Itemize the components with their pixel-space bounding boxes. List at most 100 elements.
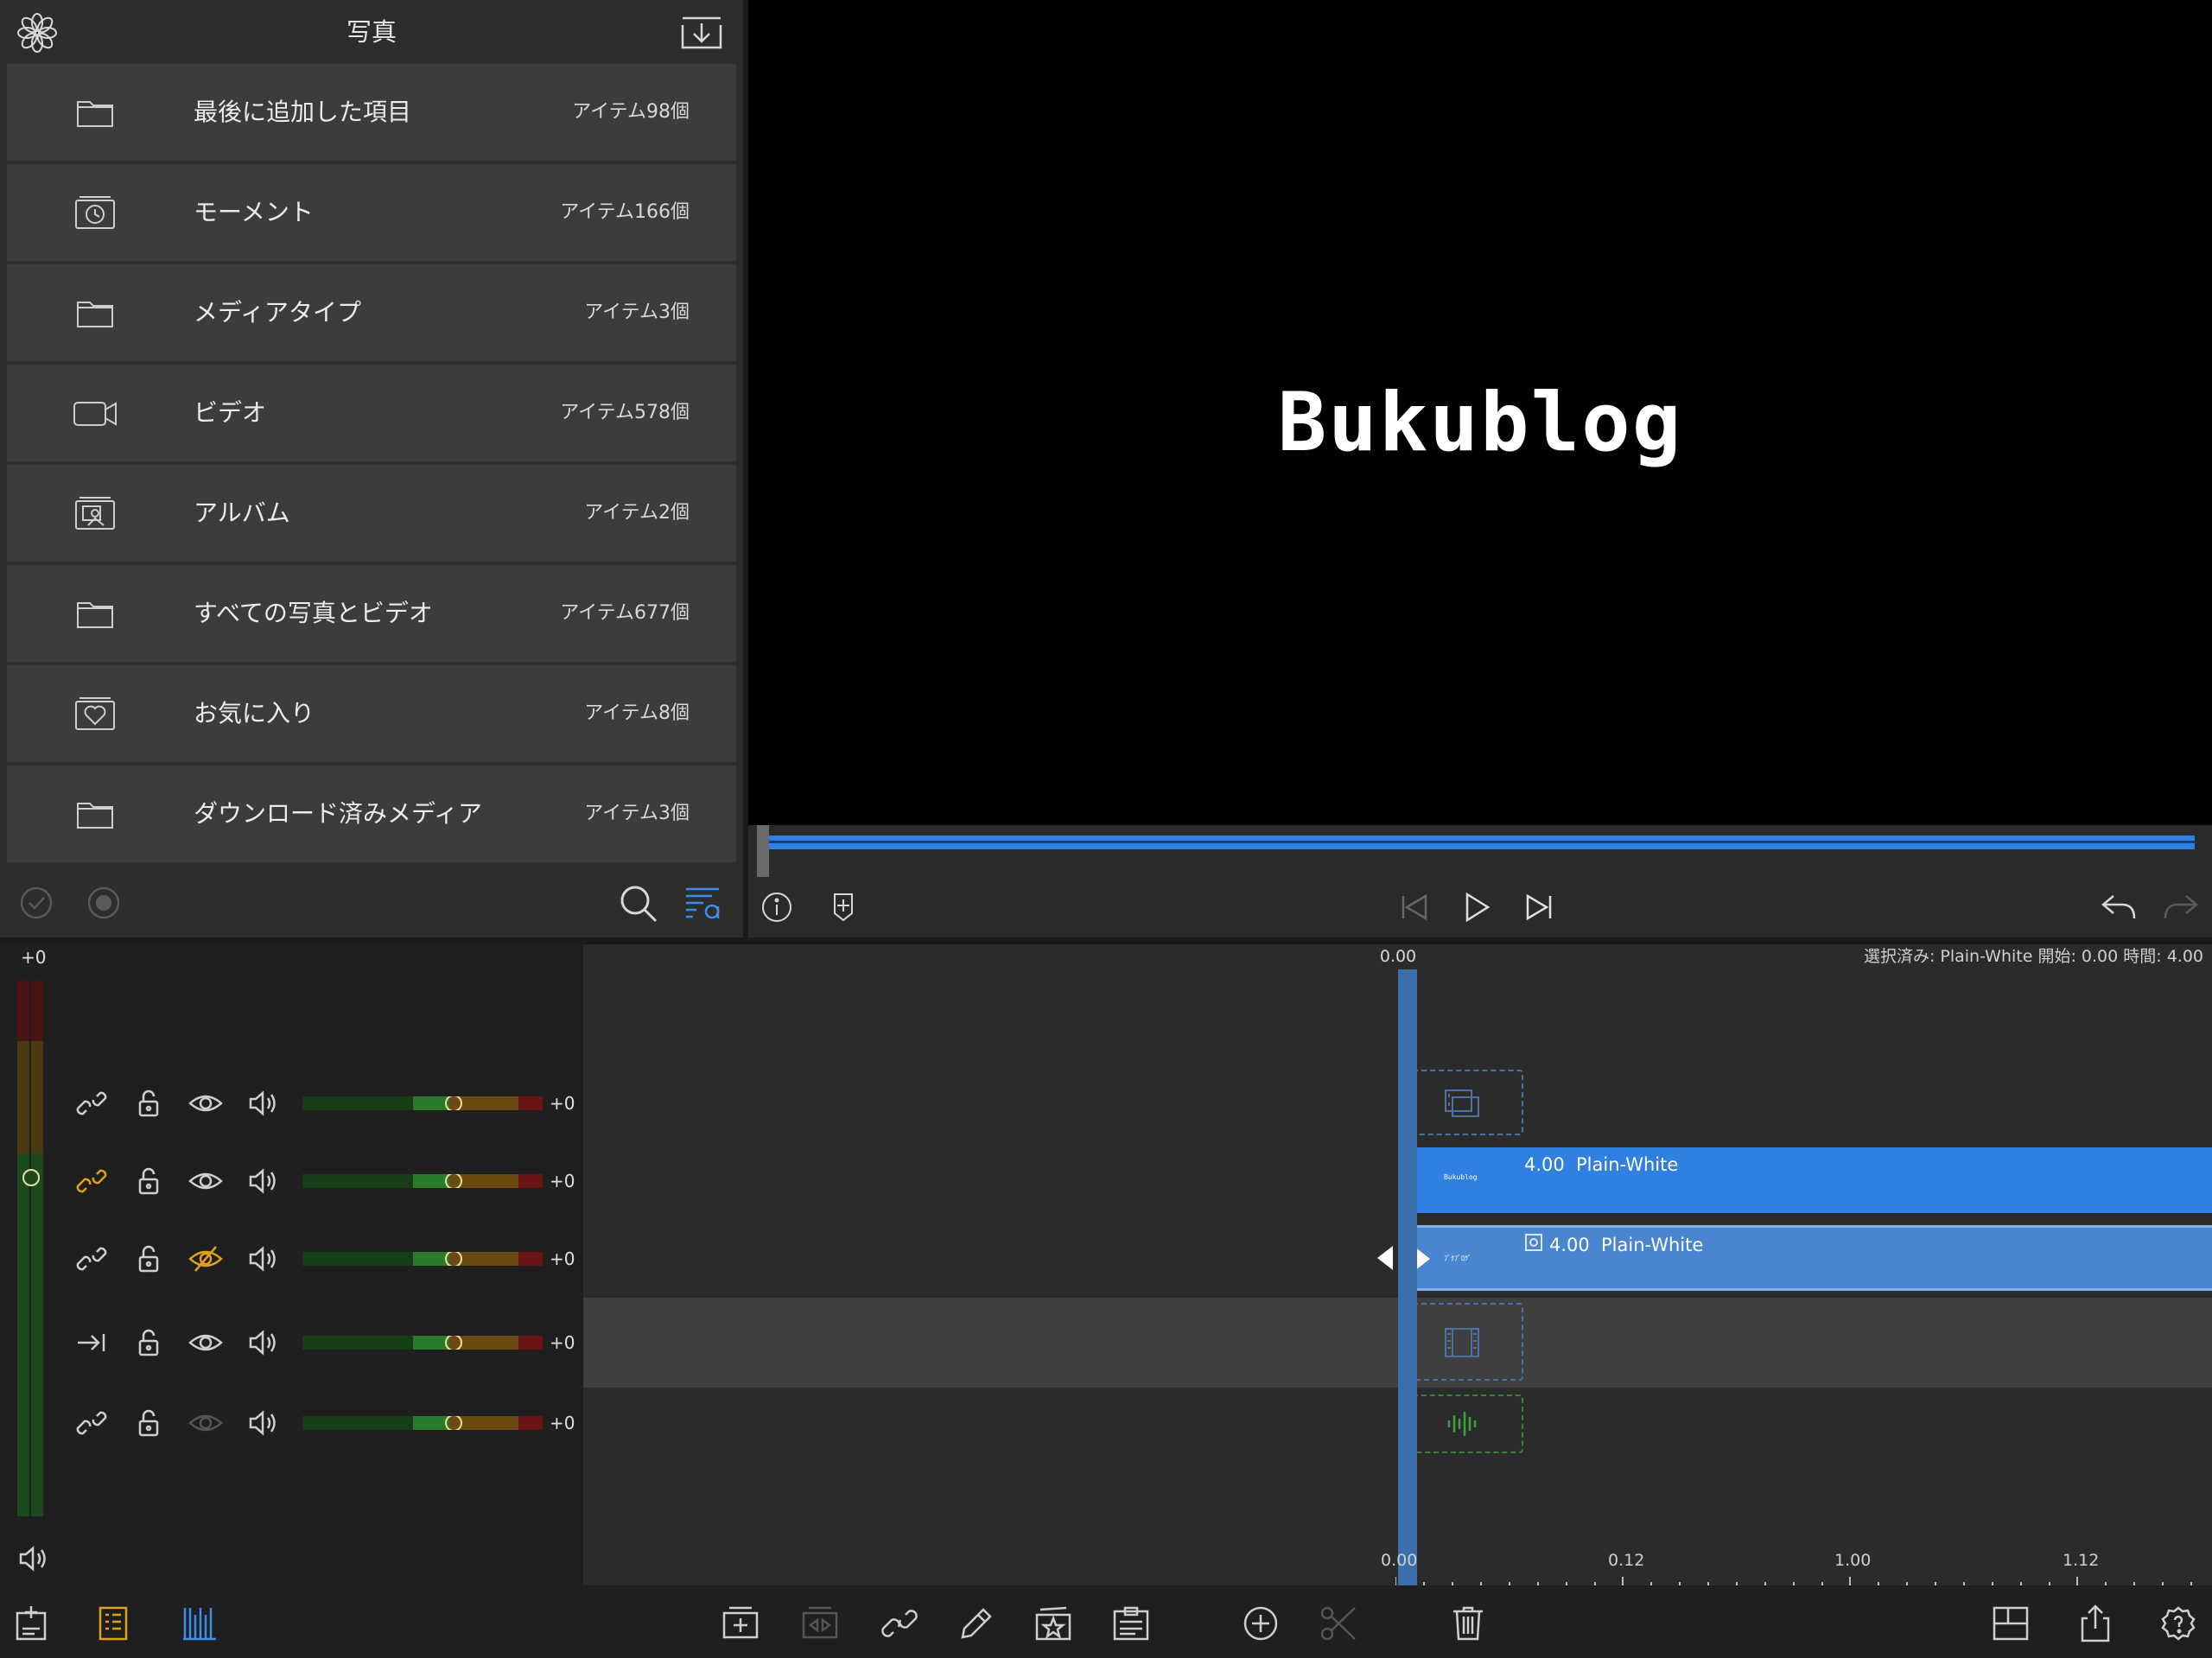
link-clips-icon[interactable] <box>880 1604 919 1642</box>
eye-icon[interactable] <box>188 1088 223 1119</box>
import-button[interactable] <box>679 15 724 51</box>
checkmark-icon[interactable] <box>19 886 54 920</box>
edit-pencil-icon[interactable] <box>956 1604 995 1642</box>
skip-to-start-icon[interactable] <box>1396 889 1433 925</box>
video-placeholder[interactable] <box>1401 1070 1523 1135</box>
scrubber-track[interactable] <box>769 835 2195 849</box>
speaker-icon[interactable] <box>245 1327 280 1358</box>
unlock-icon[interactable] <box>131 1243 166 1274</box>
list-item-videos[interactable]: ビデオ アイテム578個 <box>7 365 736 461</box>
track-level-value: +0 <box>550 1248 575 1269</box>
list-item-count: アイテム677個 <box>560 602 690 624</box>
speaker-icon[interactable] <box>16 1543 50 1574</box>
link-icon[interactable] <box>74 1088 109 1119</box>
speaker-icon[interactable] <box>245 1166 280 1197</box>
waveform-icon <box>1446 1408 1480 1439</box>
list-item-label: モーメント <box>194 198 314 226</box>
list-item-media-types[interactable]: メディアタイプ アイテム3個 <box>7 264 736 361</box>
list-item-count: アイテム578個 <box>560 402 690 423</box>
info-icon[interactable] <box>760 891 793 924</box>
panel-divider[interactable] <box>0 937 2212 944</box>
undo-icon[interactable] <box>2098 889 2138 924</box>
clipboard-icon[interactable] <box>1111 1604 1151 1642</box>
video-placeholder[interactable] <box>1401 1303 1523 1381</box>
clip-duration: 4.00 <box>1549 1235 1590 1255</box>
clip-name: Plain-White <box>1576 1154 1679 1175</box>
play-button[interactable] <box>1459 889 1495 925</box>
audio-placeholder[interactable] <box>1401 1394 1523 1453</box>
playhead-timecode: 0.00 <box>1379 947 1417 966</box>
track-volume-slider[interactable] <box>302 1252 543 1266</box>
timeline-view-icon[interactable] <box>180 1604 219 1642</box>
list-item-moments[interactable]: モーメント アイテム166個 <box>7 164 736 261</box>
list-item-label: ダウンロード済みメディア <box>194 799 483 828</box>
film-icon <box>1442 1087 1482 1120</box>
title-clip-selected[interactable]: ﾌﾞｸﾌﾞﾛｸﾞ 4.00 Plain-White <box>1401 1225 2212 1291</box>
bottom-toolbar <box>0 1585 2212 1658</box>
share-icon[interactable] <box>2075 1604 2115 1642</box>
title-clip[interactable]: Bukublog 4.00 Plain-White <box>1401 1147 2212 1213</box>
track-volume-slider[interactable] <box>302 1336 543 1350</box>
list-item-albums[interactable]: アルバム アイテム2個 <box>7 465 736 562</box>
redo-icon[interactable] <box>2162 889 2202 924</box>
track-controls-row: +0 <box>0 1317 583 1369</box>
speaker-icon[interactable] <box>245 1088 280 1119</box>
transition-icon[interactable] <box>800 1604 840 1642</box>
speaker-icon[interactable] <box>245 1243 280 1274</box>
record-icon[interactable] <box>86 886 121 920</box>
unlock-icon[interactable] <box>131 1166 166 1197</box>
list-item-label: メディアタイプ <box>194 298 362 327</box>
link-icon[interactable] <box>74 1166 109 1197</box>
link-icon[interactable] <box>74 1243 109 1274</box>
timeline-playhead[interactable] <box>1398 969 1417 1585</box>
skip-to-end-icon[interactable] <box>1521 889 1557 925</box>
track-level-value: +0 <box>550 1093 575 1114</box>
unlock-icon[interactable] <box>131 1088 166 1119</box>
list-item-count: アイテム3個 <box>584 302 690 323</box>
add-icon[interactable] <box>1241 1604 1281 1642</box>
new-project-icon[interactable] <box>12 1604 52 1642</box>
link-icon[interactable] <box>74 1407 109 1439</box>
track-controls-row: +0 <box>0 1077 583 1129</box>
eye-icon[interactable] <box>188 1166 223 1197</box>
ruler-label: 1.12 <box>2063 1551 2100 1570</box>
eye-icon[interactable] <box>188 1407 223 1439</box>
scrubber[interactable] <box>748 825 2212 879</box>
layout-icon[interactable] <box>1991 1604 2031 1642</box>
eye-icon[interactable] <box>188 1327 223 1358</box>
moments-icon <box>69 187 121 238</box>
folder-icon <box>69 588 121 639</box>
project-list-icon[interactable] <box>93 1604 133 1642</box>
track-controls-row: +0 <box>0 1397 583 1449</box>
unlock-icon[interactable] <box>131 1407 166 1439</box>
add-clip-icon[interactable] <box>721 1604 760 1642</box>
folder-icon <box>69 788 121 840</box>
list-item-downloaded[interactable]: ダウンロード済みメディア アイテム3個 <box>7 765 736 862</box>
scrubber-playhead[interactable] <box>757 825 769 879</box>
list-item-favorites[interactable]: お気に入り アイテム8個 <box>7 665 736 762</box>
favorite-clip-icon[interactable] <box>1033 1604 1073 1642</box>
trash-icon[interactable] <box>1448 1604 1488 1642</box>
list-item-recently-added[interactable]: 最後に追加した項目 アイテム98個 <box>7 64 736 161</box>
eye-hidden-icon[interactable] <box>188 1243 223 1274</box>
track-volume-slider[interactable] <box>302 1416 543 1430</box>
app-logo-icon[interactable] <box>17 13 57 53</box>
arrow-to-line-icon[interactable] <box>74 1327 109 1358</box>
timeline-ruler[interactable]: 0.00 0.12 1.00 1.12 <box>583 1551 2212 1585</box>
track-volume-slider[interactable] <box>302 1174 543 1188</box>
list-item-count: アイテム8個 <box>584 702 690 724</box>
list-item-count: アイテム98個 <box>572 101 690 123</box>
ruler-label: 1.00 <box>1834 1551 1872 1570</box>
settings-help-icon[interactable] <box>2158 1604 2198 1642</box>
sort-icon[interactable] <box>683 884 722 924</box>
list-item-count: アイテム166個 <box>560 201 690 223</box>
track-volume-slider[interactable] <box>302 1096 543 1110</box>
list-item-all-photos[interactable]: すべての写真とビデオ アイテム677個 <box>7 565 736 662</box>
list-item-label: アルバム <box>194 499 290 527</box>
speaker-icon[interactable] <box>245 1407 280 1439</box>
trim-left-handle[interactable] <box>1376 1244 1395 1272</box>
scissors-icon[interactable] <box>1319 1604 1358 1642</box>
unlock-icon[interactable] <box>131 1327 166 1358</box>
add-marker-icon[interactable] <box>826 889 861 924</box>
search-icon[interactable] <box>619 884 658 924</box>
